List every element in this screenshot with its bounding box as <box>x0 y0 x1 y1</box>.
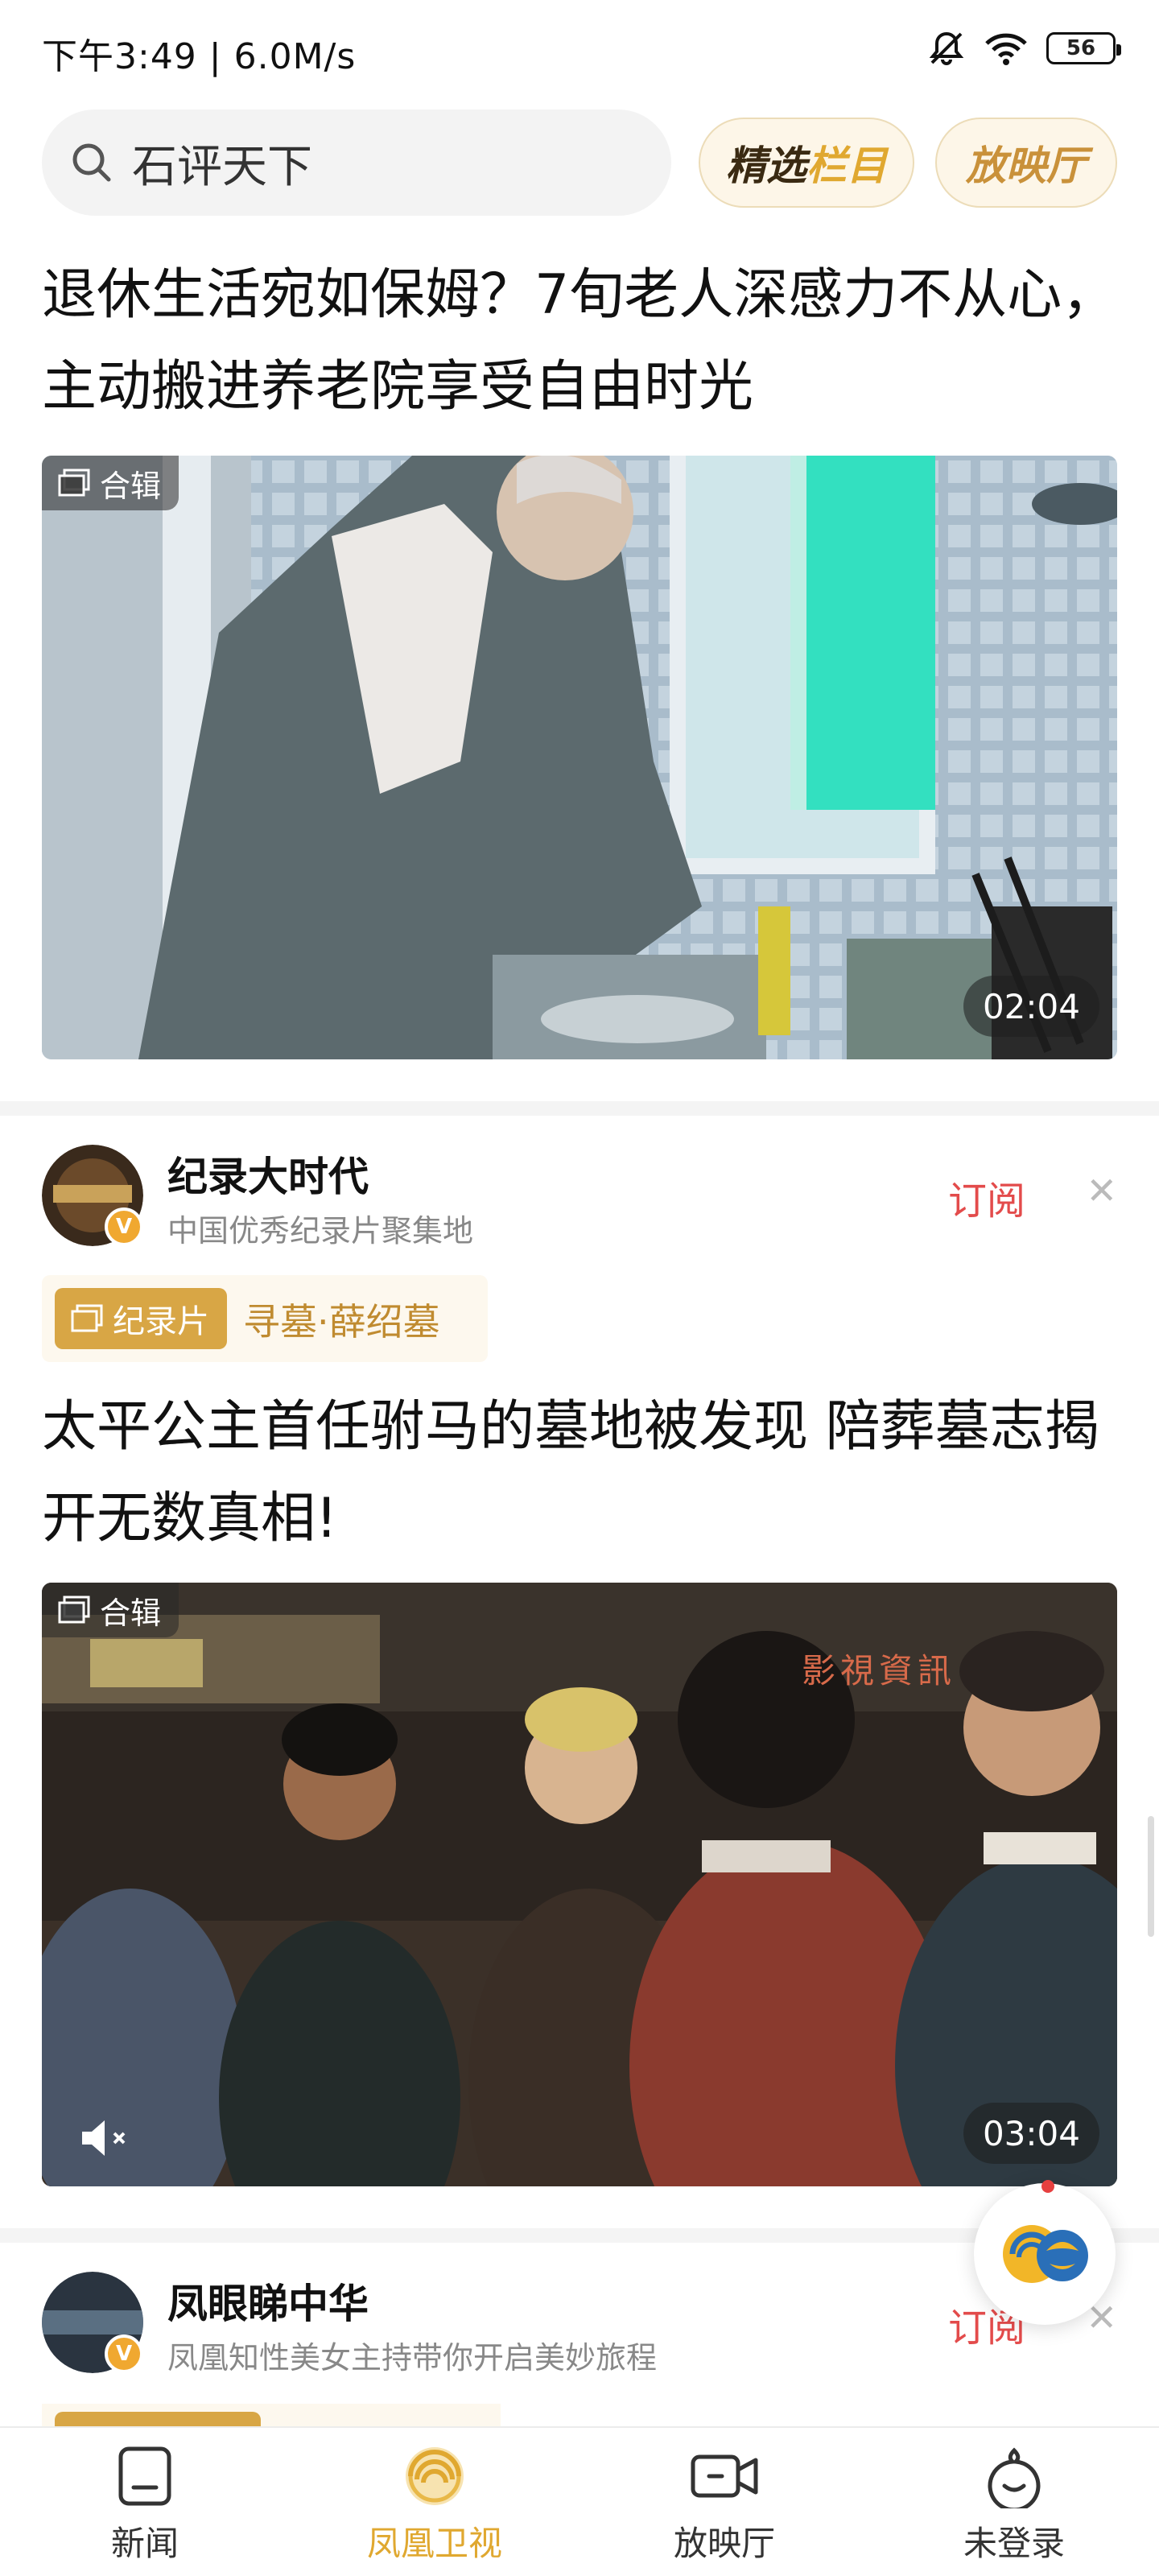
nav-item-cinema[interactable]: 放映厅 <box>580 2428 869 2576</box>
nav-label: 放映厅 <box>673 2524 775 2563</box>
video-frame-kitchen <box>42 456 1117 1059</box>
mute-icon[interactable] <box>77 2114 142 2162</box>
category-title: 寻墓·薛绍墓 <box>243 1300 440 1344</box>
verified-badge: V <box>105 2334 143 2373</box>
video-duration: 03:04 <box>963 2103 1099 2164</box>
nav-item-phoenix-tv[interactable]: 凤凰卫视 <box>290 2428 580 2576</box>
phoenix-swirl-icon <box>406 2447 464 2505</box>
author-description: 中国优秀纪录片聚集地 <box>167 1213 474 1249</box>
featured-columns-button[interactable]: 精选 栏目 <box>699 118 914 208</box>
bottom-nav: 新闻 凤凰卫视 放映厅 未登录 <box>0 2426 1159 2576</box>
scroll-indicator[interactable] <box>1148 1816 1154 1937</box>
battery-level: 56 <box>1066 36 1096 60</box>
search-icon <box>72 143 111 182</box>
top-header: 石评天下 精选 栏目 放映厅 <box>0 97 1159 233</box>
category-chip-partial <box>55 2412 261 2426</box>
nav-item-profile[interactable]: 未登录 <box>869 2428 1159 2576</box>
phoenix-logo-icon <box>1003 2225 1088 2283</box>
status-time-speed: 下午3:49 | 6.0M/s <box>42 36 357 77</box>
collection-icon <box>58 469 90 497</box>
collection-tag: 合辑 <box>42 456 179 510</box>
video-duration: 02:04 <box>963 976 1099 1037</box>
author-row: V 纪录大时代 中国优秀纪录片聚集地 订阅 ✕ <box>42 1145 1117 1257</box>
author-name[interactable]: 凤眼睇中华 <box>167 2272 369 2330</box>
verified-badge: V <box>105 1208 143 1246</box>
subscribe-button[interactable]: 订阅 <box>948 1169 1025 1225</box>
collection-icon <box>71 1304 103 1332</box>
nav-label: 未登录 <box>963 2524 1065 2563</box>
video-thumbnail[interactable]: 合辑 02:04 <box>42 456 1117 1059</box>
cinema-button[interactable]: 放映厅 <box>935 118 1117 208</box>
collection-tag: 合辑 <box>42 1583 179 1637</box>
category-tag-bar-partial[interactable] <box>42 2404 501 2426</box>
mute-bell-icon <box>929 31 964 65</box>
author-description: 凤凰知性美女主持带你开启美妙旅程 <box>167 2340 658 2376</box>
close-icon[interactable]: ✕ <box>1086 1169 1117 1212</box>
collection-tag-label: 合辑 <box>100 468 162 504</box>
featured-label-dark: 精选 <box>726 142 806 189</box>
collection-tag-label: 合辑 <box>100 1595 162 1631</box>
search-query-text: 石评天下 <box>132 140 312 193</box>
news-icon <box>118 2446 171 2506</box>
phoenix-float-button[interactable] <box>974 2183 1116 2325</box>
nav-label: 凤凰卫视 <box>366 2524 502 2563</box>
search-bar[interactable]: 石评天下 <box>42 109 671 216</box>
featured-label-gold: 栏目 <box>806 142 887 189</box>
documentary-chip-label: 纪录片 <box>113 1303 209 1340</box>
video-camera-icon <box>691 2454 758 2498</box>
battery-indicator: 56 <box>1046 32 1121 64</box>
notification-dot <box>1041 2180 1054 2193</box>
article-title[interactable]: 退休生活宛如保姆？7旬老人深感力不从心，主动搬进养老院享受自由时光 <box>42 250 1120 433</box>
status-icons: 56 <box>927 29 1121 68</box>
wifi-icon <box>985 33 1027 65</box>
status-bar: 下午3:49 | 6.0M/s 56 <box>0 0 1159 97</box>
collection-icon <box>58 1596 90 1624</box>
video-player[interactable]: 影視資訊 合辑 03:04 <box>42 1583 1117 2186</box>
article-title[interactable]: 太平公主首任驸马的墓地被发现 陪葬墓志揭开无数真相! <box>42 1381 1120 1565</box>
feed-divider <box>0 1101 1159 1116</box>
author-row: V 凤眼睇中华 凤凰知性美女主持带你开启美妙旅程 订阅 ✕ <box>42 2272 1117 2384</box>
nav-label: 新闻 <box>110 2524 179 2563</box>
documentary-chip: 纪录片 <box>55 1288 227 1349</box>
user-face-icon <box>988 2447 1041 2508</box>
cinema-button-label: 放映厅 <box>966 142 1087 189</box>
video-watermark: 影視資訊 <box>802 1651 957 1690</box>
nav-item-news[interactable]: 新闻 <box>0 2428 290 2576</box>
category-tag-bar[interactable]: 纪录片 寻墓·薛绍墓 <box>42 1275 488 1362</box>
author-name[interactable]: 纪录大时代 <box>167 1145 369 1203</box>
